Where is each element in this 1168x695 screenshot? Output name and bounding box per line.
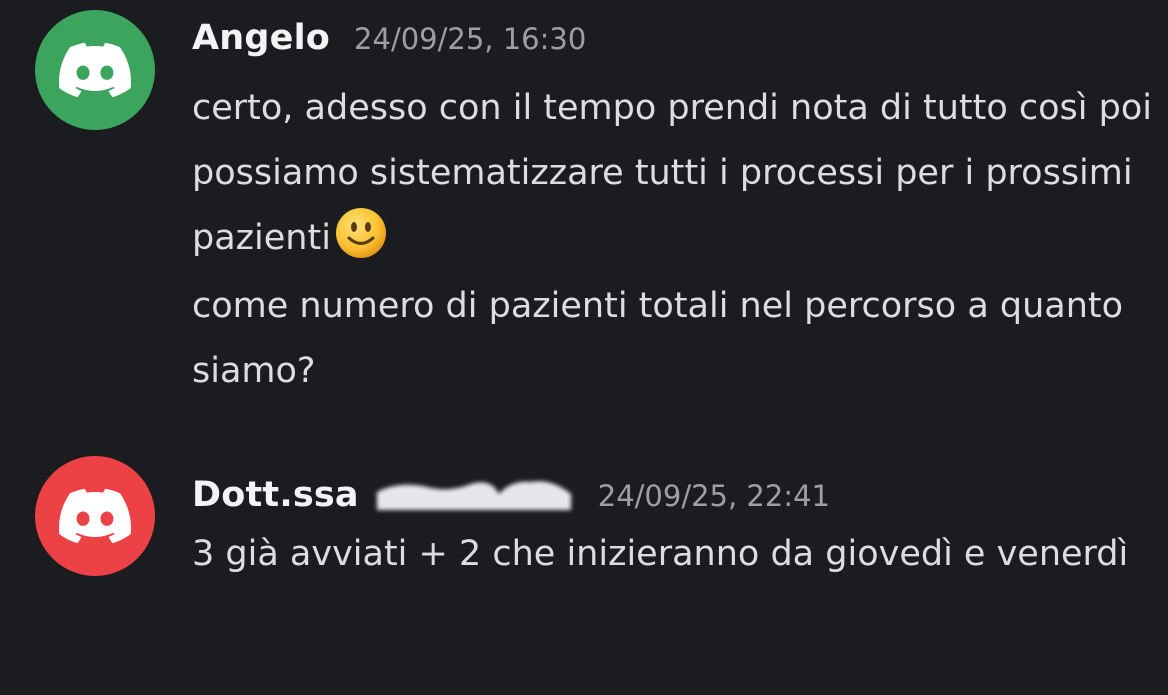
message-text: come numero di pazienti totali nel perco…: [192, 286, 1124, 391]
discord-logo-icon: [59, 42, 131, 98]
message-content: come numero di pazienti totali nel perco…: [192, 274, 1152, 404]
avatar[interactable]: [35, 456, 155, 576]
slightly-smiling-face-emoji: [335, 207, 387, 259]
author-name[interactable]: Dott.ssa: [192, 475, 359, 515]
timestamp: 24/09/25, 16:30: [354, 22, 587, 56]
redacted-name-blur: [371, 474, 576, 514]
message-content: 3 già avviati + 2 che inizieranno da gio…: [192, 522, 1152, 587]
message-header: Dott.ssa 24/09/25, 22:41: [192, 466, 830, 515]
avatar[interactable]: [35, 10, 155, 130]
author-name[interactable]: Angelo: [192, 18, 330, 58]
message-header: Angelo 24/09/25, 16:30: [192, 18, 586, 58]
discord-logo-icon: [59, 488, 131, 544]
chat-view: Angelo 24/09/25, 16:30 certo, adesso con…: [0, 0, 1168, 695]
timestamp: 24/09/25, 22:41: [597, 479, 831, 513]
message-content: certo, adesso con il tempo prendi nota d…: [192, 76, 1152, 271]
message-text: 3 già avviati + 2 che inizieranno da gio…: [192, 534, 1129, 574]
